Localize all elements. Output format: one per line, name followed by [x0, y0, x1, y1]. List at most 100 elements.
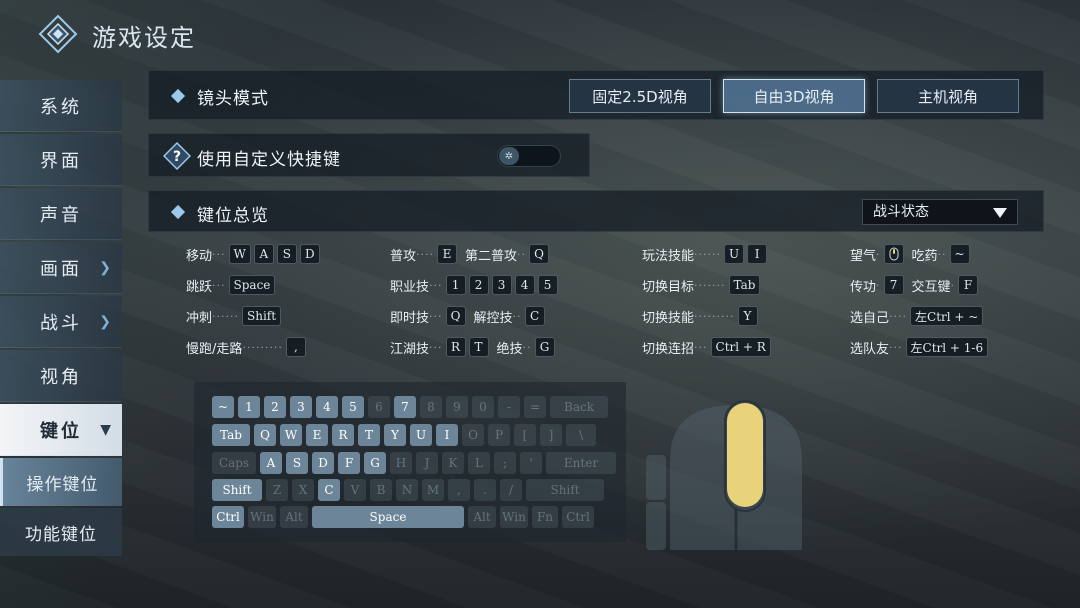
toggle-knob: ✲: [499, 147, 519, 165]
sidebar-item-view[interactable]: 视角: [0, 350, 122, 402]
mouse-wheel-key-icon: [883, 244, 904, 264]
help-icon[interactable]: ?: [163, 142, 191, 170]
key-cap: 3: [491, 275, 512, 295]
sidebar-item-label: 系统: [40, 96, 82, 118]
keyboard-key: 8: [420, 396, 442, 418]
dot-leader: ··: [512, 309, 522, 323]
custom-shortcut-row: ? 使用自定义快捷键 ✲: [148, 133, 590, 177]
key-binding-entry: 普攻 ···· E 第二普攻 ·· Q: [390, 244, 550, 264]
keyboard-key: A: [260, 452, 282, 474]
keyboard-key: Shift: [212, 479, 262, 501]
key-binding-entry: 即时技 ··· Q 解控技 ·· C: [390, 306, 545, 326]
key-cap: Space: [228, 275, 276, 295]
mouse-side-button-lower: [646, 502, 666, 550]
sidebar-item-graphics[interactable]: 画面 ❯: [0, 242, 122, 294]
key-binding-label: 选自己: [850, 310, 890, 326]
keyboard-key: Ctrl: [212, 506, 244, 528]
sidebar-subitem-function-keys[interactable]: 功能键位: [0, 508, 122, 556]
keyboard-key: Q: [254, 424, 276, 446]
key-cap: R: [445, 337, 466, 357]
mouse-side-button-upper: [646, 455, 666, 500]
sidebar-item-keybind[interactable]: 键位 ▼: [0, 404, 122, 456]
chevron-right-icon: ❯: [99, 314, 114, 330]
dot-leader: ·········: [242, 340, 283, 354]
keyboard-key: Space: [312, 506, 464, 528]
sidebar-item-label: 界面: [40, 150, 82, 172]
keyboard-key: /: [500, 479, 522, 501]
keyboard-key: L: [468, 452, 490, 474]
key-binding-entry: 慢跑/走路 ·········,: [186, 337, 306, 357]
camera-mode-label: 镜头模式: [197, 89, 269, 109]
key-binding-label: 江湖技: [390, 341, 430, 357]
dot-leader: ··: [517, 247, 527, 261]
state-select-value: 战斗状态: [873, 204, 929, 220]
key-overview-label: 键位总览: [197, 206, 269, 226]
key-binding-label: 解控技: [473, 310, 513, 326]
key-binding-entry: 切换技能 ········· Y: [642, 306, 758, 326]
keyboard-key: Alt: [468, 506, 496, 528]
key-cap: 左Ctrl + 1-6: [905, 337, 989, 357]
keyboard-key: Enter: [546, 452, 616, 474]
keyboard-key: Win: [248, 506, 276, 528]
mouse-diagram: [646, 400, 802, 550]
key-cap: Q: [529, 244, 550, 264]
dropdown-arrow-icon: [993, 208, 1007, 218]
sidebar-subitem-label: 操作键位: [26, 474, 99, 495]
sidebar-item-sound[interactable]: 声音: [0, 188, 122, 240]
camera-console-button[interactable]: 主机视角: [877, 79, 1019, 113]
camera-fixed-2-5d-button[interactable]: 固定2.5D视角: [569, 79, 711, 113]
chevron-right-icon: ❯: [99, 260, 114, 276]
key-binding-label: 玩法技能: [642, 248, 695, 264]
sidebar-subitem-label: 功能键位: [25, 524, 97, 545]
sidebar-subitem-operation-keys[interactable]: 操作键位: [0, 458, 122, 506]
key-binding-label: 传功: [850, 279, 877, 295]
keyboard-key: P: [488, 424, 510, 446]
chevron-down-icon: ▼: [100, 422, 114, 438]
keyboard-key: Tab: [212, 424, 250, 446]
dot-leader: ··: [937, 247, 947, 261]
key-overview-row: 键位总览 战斗状态: [148, 190, 1044, 232]
dot-leader: ···: [694, 340, 708, 354]
key-cap: G: [534, 337, 555, 357]
camera-free-3d-button[interactable]: 自由3D视角: [723, 79, 865, 113]
key-binding-label: 交互键: [911, 279, 951, 295]
header: 游戏设定: [0, 0, 400, 64]
key-cap: A: [253, 244, 274, 264]
keyboard-key: F: [338, 452, 360, 474]
custom-shortcut-toggle[interactable]: ✲: [497, 145, 561, 167]
dot-leader: ····: [416, 247, 435, 261]
key-binding-entry: 选队友 ··· 左Ctrl + 1-6: [850, 337, 989, 357]
key-binding-label: 移动: [186, 248, 213, 264]
dot-leader: ·······: [694, 278, 726, 292]
dot-leader: ·: [950, 278, 956, 292]
dot-leader: ·········: [694, 309, 735, 323]
keyboard-key: \: [566, 424, 596, 446]
key-binding-label: 慢跑/走路: [186, 341, 243, 357]
sidebar-item-label: 声音: [40, 204, 82, 226]
key-binding-label: 切换连招: [642, 341, 695, 357]
sidebar-item-label: 画面: [40, 258, 82, 280]
keyboard-key: J: [416, 452, 438, 474]
key-cap: U: [724, 244, 745, 264]
key-binding-entry: 职业技 ··· 1 2 3 4 5: [390, 275, 558, 295]
key-binding-entry: 冲刺 ······ Shift: [186, 306, 282, 326]
key-cap: T: [468, 337, 489, 357]
keyboard-key: C: [318, 479, 340, 501]
key-binding-entry: 玩法技能 ······ U I: [642, 244, 768, 264]
keyboard-key: 0: [472, 396, 494, 418]
state-select[interactable]: 战斗状态: [862, 199, 1018, 225]
keyboard-key: K: [442, 452, 464, 474]
key-cap: 1: [445, 275, 466, 295]
dot-leader: ·: [876, 278, 881, 292]
keyboard-key: 1: [238, 396, 260, 418]
sidebar-item-interface[interactable]: 界面: [0, 134, 122, 186]
keyboard-key: 3: [290, 396, 312, 418]
key-binding-label: 切换目标: [642, 279, 695, 295]
key-cap: Tab: [728, 275, 761, 295]
keyboard-key: 2: [264, 396, 286, 418]
keyboard-key: =: [524, 396, 546, 418]
sidebar-item-system[interactable]: 系统: [0, 80, 122, 132]
dot-leader: ···: [212, 247, 226, 261]
sidebar-item-combat[interactable]: 战斗 ❯: [0, 296, 122, 348]
keyboard-key: O: [462, 424, 484, 446]
